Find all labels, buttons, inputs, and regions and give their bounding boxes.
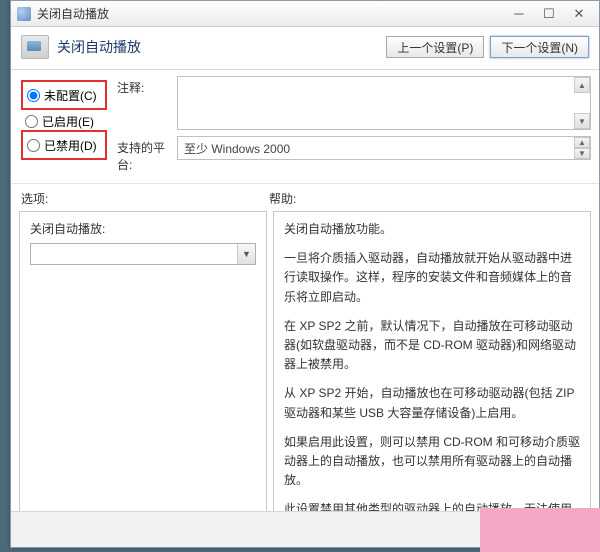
page-title: 关闭自动播放 — [57, 37, 141, 57]
comment-textarea[interactable]: ▲ ▼ — [177, 76, 591, 130]
options-heading: 选项: — [21, 190, 269, 207]
header: 关闭自动播放 上一个设置(P) 下一个设置(N) — [11, 27, 599, 70]
radio-disabled-label: 已禁用(D) — [44, 137, 97, 154]
platform-value-box: 至少 Windows 2000 ▲ ▼ — [177, 136, 591, 160]
radio-not-configured-label: 未配置(C) — [44, 87, 97, 104]
scroll-up-icon[interactable]: ▲ — [574, 137, 590, 148]
scrollbar[interactable]: ▲ ▼ — [574, 137, 590, 159]
help-heading: 帮助: — [269, 190, 296, 207]
scroll-down-icon[interactable]: ▼ — [574, 148, 590, 159]
radio-enabled[interactable]: 已启用(E) — [21, 110, 107, 132]
policy-icon — [21, 35, 49, 59]
options-pane: 关闭自动播放: ▼ — [19, 211, 267, 513]
minimize-button[interactable]: ─ — [505, 5, 533, 23]
scroll-down-icon[interactable]: ▼ — [574, 113, 590, 129]
radio-not-configured[interactable]: 未配置(C) — [23, 84, 105, 106]
options-field-label: 关闭自动播放: — [30, 220, 256, 237]
help-text: 在 XP SP2 之前，默认情况下，自动播放在可移动驱动器(如软盘驱动器，而不是… — [284, 317, 580, 375]
help-text: 一旦将介质插入驱动器，自动播放就开始从驱动器中进行读取操作。这样，程序的安装文件… — [284, 249, 580, 307]
radio-enabled-label: 已启用(E) — [42, 113, 94, 130]
window-title: 关闭自动播放 — [37, 5, 109, 22]
overlay-artifact — [480, 508, 600, 552]
chevron-down-icon[interactable]: ▼ — [237, 244, 255, 264]
comment-label: 注释: — [117, 76, 177, 96]
platform-label: 支持的平台: — [117, 136, 177, 173]
help-pane: 关闭自动播放功能。 一旦将介质插入驱动器，自动播放就开始从驱动器中进行读取操作。… — [273, 211, 591, 513]
close-button[interactable]: ✕ — [565, 5, 593, 23]
config-area: 未配置(C) 已启用(E) 已禁用(D) 注释: ▲ ▼ — [11, 70, 599, 184]
titlebar[interactable]: 关闭自动播放 ─ ☐ ✕ — [11, 1, 599, 27]
maximize-button[interactable]: ☐ — [535, 5, 563, 23]
dialog-window: 关闭自动播放 ─ ☐ ✕ 关闭自动播放 上一个设置(P) 下一个设置(N) 未配… — [10, 0, 600, 548]
platform-value: 至少 Windows 2000 — [184, 142, 290, 156]
help-text: 如果启用此设置，则可以禁用 CD-ROM 和可移动介质驱动器上的自动播放，也可以… — [284, 433, 580, 491]
radio-group: 未配置(C) 已启用(E) 已禁用(D) — [19, 76, 107, 179]
radio-disabled-input[interactable] — [27, 139, 40, 152]
content-panes: 关闭自动播放: ▼ 关闭自动播放功能。 一旦将介质插入驱动器，自动播放就开始从驱… — [11, 211, 599, 513]
help-text: 从 XP SP2 开始，自动播放也在可移动驱动器(包括 ZIP 驱动器和某些 U… — [284, 384, 580, 422]
app-icon — [17, 7, 31, 21]
options-dropdown[interactable]: ▼ — [30, 243, 256, 265]
radio-enabled-input[interactable] — [25, 115, 38, 128]
radio-disabled[interactable]: 已禁用(D) — [23, 134, 105, 156]
scroll-up-icon[interactable]: ▲ — [574, 77, 590, 93]
scrollbar[interactable]: ▲ ▼ — [574, 77, 590, 129]
next-setting-button[interactable]: 下一个设置(N) — [490, 36, 589, 58]
previous-setting-button[interactable]: 上一个设置(P) — [386, 36, 484, 58]
radio-not-configured-input[interactable] — [27, 89, 40, 102]
help-text: 关闭自动播放功能。 — [284, 220, 580, 239]
section-labels: 选项: 帮助: — [11, 184, 599, 211]
